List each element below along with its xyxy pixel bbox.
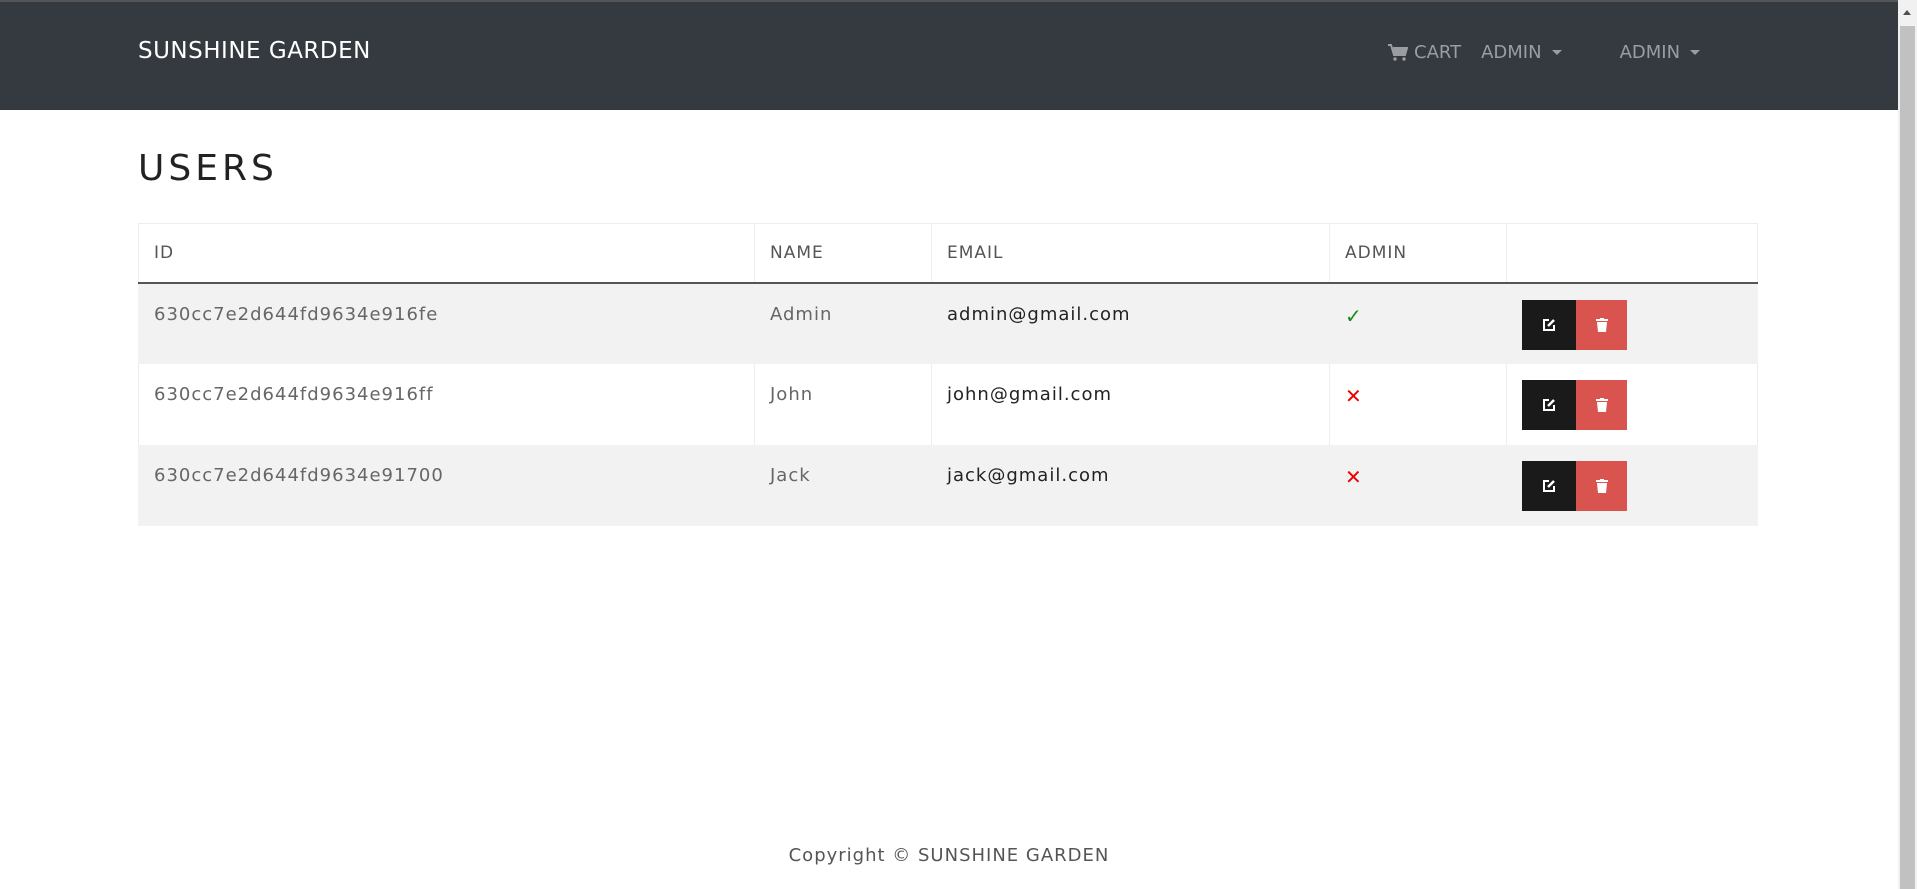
user-email: jack@gmail.com [931, 444, 1330, 526]
trash-icon [1595, 397, 1608, 412]
edit-user-button[interactable] [1522, 299, 1576, 350]
trash-icon [1595, 317, 1608, 332]
navbar: SUNSHINE GARDEN CART ADMIN ADMIN [0, 0, 1898, 110]
edit-icon [1543, 318, 1555, 331]
users-table: ID NAME EMAIL ADMIN 630cc7e2d644fd9634e9… [138, 223, 1758, 526]
header-id: ID [138, 223, 755, 284]
caret-down-icon [1551, 50, 1562, 55]
admin-status: ✕ [1329, 444, 1507, 526]
edit-user-button[interactable] [1522, 379, 1576, 430]
user-name: Jack [754, 444, 932, 526]
header-admin: ADMIN [1329, 223, 1507, 284]
user-name: Admin [754, 282, 932, 364]
admin-menu-dropdown[interactable]: ADMIN [1619, 42, 1701, 63]
actions-cell [1506, 444, 1758, 526]
delete-user-button[interactable] [1576, 379, 1627, 430]
header-email: EMAIL [931, 223, 1330, 284]
admin-status: ✕ [1329, 363, 1507, 445]
trash-icon [1595, 478, 1608, 493]
header-actions [1506, 223, 1758, 284]
page-title: USERS [138, 148, 278, 189]
user-email: admin@gmail.com [931, 282, 1330, 364]
user-menu-label: ADMIN [1481, 42, 1542, 63]
actions-cell [1506, 282, 1758, 364]
edit-user-button[interactable] [1522, 460, 1576, 511]
admin-menu-label: ADMIN [1619, 42, 1681, 63]
scroll-up-icon[interactable] [1903, 10, 1911, 15]
table-header-row: ID NAME EMAIL ADMIN [138, 223, 1758, 284]
header-name: NAME [754, 223, 932, 284]
check-icon: ✓ [1345, 303, 1363, 328]
edit-icon [1543, 398, 1555, 411]
delete-user-button[interactable] [1576, 460, 1627, 511]
x-icon: ✕ [1345, 383, 1363, 408]
user-id: 630cc7e2d644fd9634e916fe [138, 282, 755, 364]
footer-copyright: Copyright © SUNSHINE GARDEN [788, 845, 1110, 866]
table-row: 630cc7e2d644fd9634e91700 Jack jack@gmail… [138, 444, 1758, 526]
user-name: John [754, 363, 932, 445]
edit-icon [1543, 479, 1555, 492]
user-menu-dropdown[interactable]: ADMIN [1481, 42, 1562, 63]
cart-link[interactable]: CART [1388, 42, 1461, 63]
x-icon: ✕ [1345, 464, 1363, 489]
caret-down-icon [1690, 50, 1701, 55]
actions-cell [1506, 363, 1758, 445]
cart-icon [1388, 43, 1408, 61]
table-row: 630cc7e2d644fd9634e916ff John john@gmail… [138, 363, 1758, 445]
admin-status: ✓ [1329, 282, 1507, 364]
cart-label: CART [1414, 42, 1462, 63]
user-id: 630cc7e2d644fd9634e916ff [138, 363, 755, 445]
delete-user-button[interactable] [1576, 299, 1627, 350]
scrollbar-thumb[interactable] [1900, 26, 1915, 889]
user-id: 630cc7e2d644fd9634e91700 [138, 444, 755, 526]
table-row: 630cc7e2d644fd9634e916fe Admin admin@gma… [138, 282, 1758, 364]
user-email: john@gmail.com [931, 363, 1330, 445]
brand-link[interactable]: SUNSHINE GARDEN [138, 38, 371, 64]
scrollbar[interactable] [1898, 0, 1917, 889]
